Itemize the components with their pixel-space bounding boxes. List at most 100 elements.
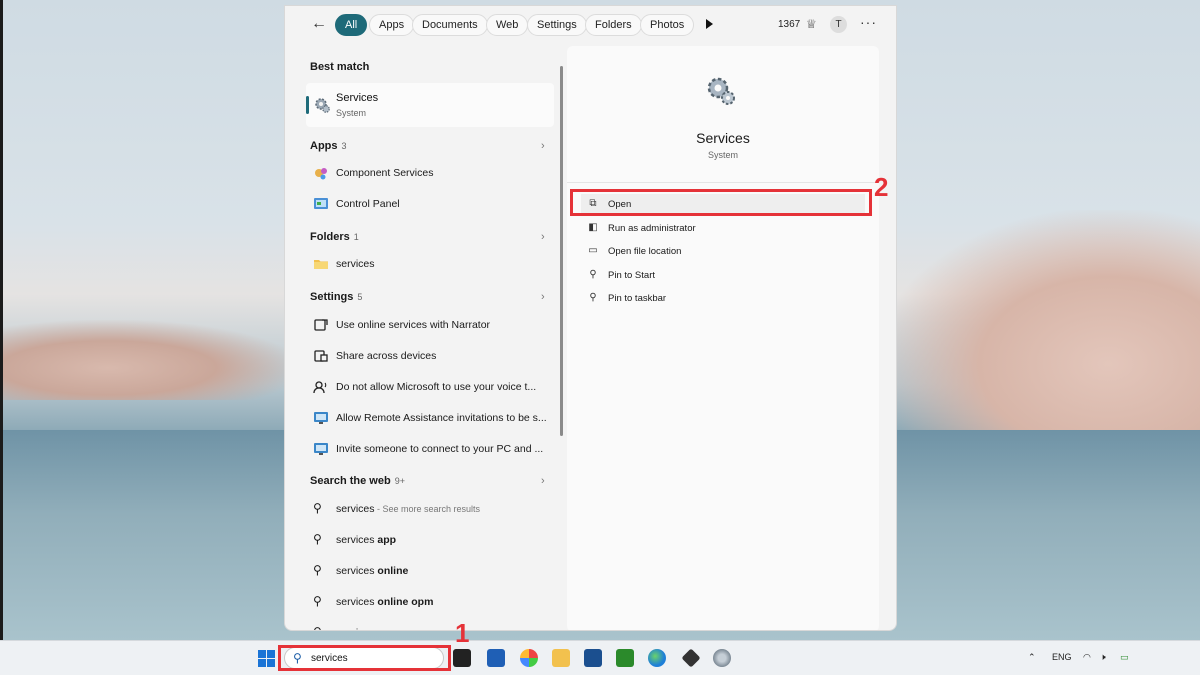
action-label: Run as administrator bbox=[608, 223, 696, 234]
filter-chip-photos[interactable]: Photos bbox=[640, 14, 695, 36]
apps-heading-label: Apps bbox=[310, 140, 338, 152]
best-match-heading: Best match bbox=[310, 61, 370, 73]
list-item-setting-remote-assistance[interactable]: Allow Remote Assistance invitations to b… bbox=[310, 408, 556, 430]
more-filters-play-icon[interactable] bbox=[706, 19, 713, 29]
share-devices-icon bbox=[313, 348, 329, 364]
language-indicator[interactable]: ENG bbox=[1052, 652, 1072, 662]
copilot-icon[interactable] bbox=[520, 649, 538, 667]
list-item-component-services[interactable]: Component Services bbox=[310, 163, 556, 185]
settings-chevron-right-icon[interactable]: › bbox=[541, 291, 545, 303]
suggestion-suffix: online opm bbox=[374, 596, 434, 608]
suggestion-suffix: app bbox=[374, 534, 397, 546]
list-item-control-panel[interactable]: Control Panel bbox=[310, 194, 556, 216]
list-item-label: Share across devices bbox=[336, 350, 437, 362]
show-hidden-icons-chevron-up-icon[interactable]: ⌃ bbox=[1028, 652, 1036, 663]
task-view-icon[interactable] bbox=[453, 649, 471, 667]
web-suggestion-label: services app bbox=[336, 534, 546, 546]
best-match-type: System bbox=[336, 108, 367, 118]
suggestion-prefix: services bbox=[336, 565, 375, 577]
remote-assistance-icon bbox=[313, 410, 329, 426]
list-item-label: Control Panel bbox=[336, 198, 400, 210]
back-arrow-icon[interactable]: ← bbox=[311, 15, 327, 33]
folder-outline-icon: ▭ bbox=[588, 245, 598, 256]
folders-heading-label: Folders bbox=[310, 231, 350, 243]
open-file-location-action[interactable]: ▭ Open file location bbox=[581, 241, 865, 263]
settings-heading[interactable]: Settings 5 bbox=[310, 291, 362, 303]
file-explorer-icon[interactable] bbox=[552, 649, 570, 667]
list-item-label: Use online services with Narrator bbox=[336, 319, 491, 331]
web-suggestion-label: services online bbox=[336, 565, 546, 577]
pin-to-start-action[interactable]: ⚲ Pin to Start bbox=[581, 265, 865, 287]
action-label: Pin to taskbar bbox=[608, 293, 667, 304]
avatar[interactable]: T bbox=[830, 16, 847, 33]
search-icon: ⚲ bbox=[313, 501, 322, 515]
shield-icon: ◧ bbox=[588, 222, 598, 233]
folders-count: 1 bbox=[353, 232, 359, 242]
list-item-setting-narrator[interactable]: Use online services with Narrator bbox=[310, 315, 556, 337]
search-web-heading[interactable]: Search the web 9+ bbox=[310, 475, 405, 487]
filter-chip-apps[interactable]: Apps bbox=[369, 14, 415, 36]
windows-start-icon[interactable] bbox=[258, 650, 275, 667]
list-item-setting-invite[interactable]: Invite someone to connect to your PC and… bbox=[310, 439, 556, 461]
annotation-number-1: 1 bbox=[455, 618, 470, 648]
rewards-points: 1367 bbox=[778, 19, 801, 30]
filter-chip-settings[interactable]: Settings bbox=[527, 14, 587, 36]
folders-chevron-right-icon[interactable]: › bbox=[541, 231, 545, 243]
search-web-chevron-right-icon[interactable]: › bbox=[541, 475, 545, 487]
wifi-icon[interactable]: ◠ bbox=[1083, 652, 1091, 663]
store-icon[interactable] bbox=[584, 649, 602, 667]
web-suggestion[interactable]: ⚲ services online opm bbox=[310, 592, 556, 614]
filter-bar: ← All Apps Documents Web Settings Folder… bbox=[285, 6, 896, 44]
list-item-label: Do not allow Microsoft to use your voice… bbox=[336, 381, 537, 393]
list-item-label: Invite someone to connect to your PC and… bbox=[336, 443, 544, 455]
volume-icon[interactable]: 🕨 bbox=[1100, 652, 1106, 663]
web-result-label: services - See more search results bbox=[336, 503, 546, 515]
list-item-setting-share[interactable]: Share across devices bbox=[310, 346, 556, 368]
apps-chevron-right-icon[interactable]: › bbox=[541, 140, 545, 152]
taskbar: ⚲ ⌃ ENG ◠ 🕨 ▭ bbox=[0, 640, 1200, 675]
search-icon: ⚲ bbox=[313, 625, 329, 630]
list-item-label: Allow Remote Assistance invitations to b… bbox=[336, 412, 546, 424]
pin-to-taskbar-action[interactable]: ⚲ Pin to taskbar bbox=[581, 288, 865, 310]
xbox-icon[interactable] bbox=[616, 649, 634, 667]
detail-pane: Services System ⧉ Open ◧ Run as administ… bbox=[567, 46, 879, 630]
pin-icon: ⚲ bbox=[589, 269, 597, 280]
filter-chip-documents[interactable]: Documents bbox=[412, 14, 488, 36]
apps-heading[interactable]: Apps 3 bbox=[310, 140, 347, 152]
results-scrollbar[interactable] bbox=[560, 66, 563, 436]
app-cube-icon[interactable] bbox=[681, 648, 701, 668]
settings-heading-label: Settings bbox=[310, 291, 354, 303]
list-item-setting-voice[interactable]: Do not allow Microsoft to use your voice… bbox=[310, 377, 556, 399]
run-as-admin-action[interactable]: ◧ Run as administrator bbox=[581, 218, 865, 240]
control-panel-icon bbox=[313, 196, 329, 212]
trophy-icon[interactable]: ♕ bbox=[806, 17, 817, 31]
annotation-number-2: 2 bbox=[874, 172, 889, 202]
list-item-folder-services[interactable]: services bbox=[310, 254, 556, 276]
filter-chip-folders[interactable]: Folders bbox=[585, 14, 642, 36]
detail-subtitle: System bbox=[707, 150, 738, 160]
web-result-see-more[interactable]: ⚲ services - See more search results bbox=[310, 499, 556, 521]
web-suggestion[interactable]: ⚲ services manager bbox=[310, 623, 556, 630]
suggestion-suffix: online bbox=[374, 565, 409, 577]
component-services-icon bbox=[313, 165, 329, 181]
filter-chip-web[interactable]: Web bbox=[486, 14, 529, 36]
services-gear-taskbar-icon[interactable] bbox=[713, 649, 731, 667]
search-icon: ⚲ bbox=[313, 563, 322, 577]
web-suggestion-label: services online opm bbox=[336, 596, 546, 608]
office-app-icon[interactable] bbox=[487, 649, 505, 667]
results-list: Best match Services System Apps 3 › Compo… bbox=[285, 44, 565, 630]
more-options-icon[interactable]: ··· bbox=[860, 14, 877, 30]
services-gear-icon bbox=[704, 74, 738, 111]
battery-icon[interactable]: ▭ bbox=[1120, 652, 1129, 663]
web-suggestion[interactable]: ⚲ services online bbox=[310, 561, 556, 583]
search-web-count: 9+ bbox=[394, 476, 405, 486]
edge-browser-icon[interactable] bbox=[648, 649, 666, 667]
best-match-services[interactable]: Services System bbox=[306, 83, 554, 127]
web-suggestion[interactable]: ⚲ services app bbox=[310, 530, 556, 552]
filter-chip-all[interactable]: All bbox=[335, 14, 368, 36]
folders-heading[interactable]: Folders 1 bbox=[310, 231, 359, 243]
suggestion-prefix: services bbox=[336, 627, 375, 630]
web-suggestion-label: services manager bbox=[336, 627, 546, 630]
folder-icon bbox=[313, 256, 329, 272]
annotation-box-open bbox=[570, 189, 872, 216]
